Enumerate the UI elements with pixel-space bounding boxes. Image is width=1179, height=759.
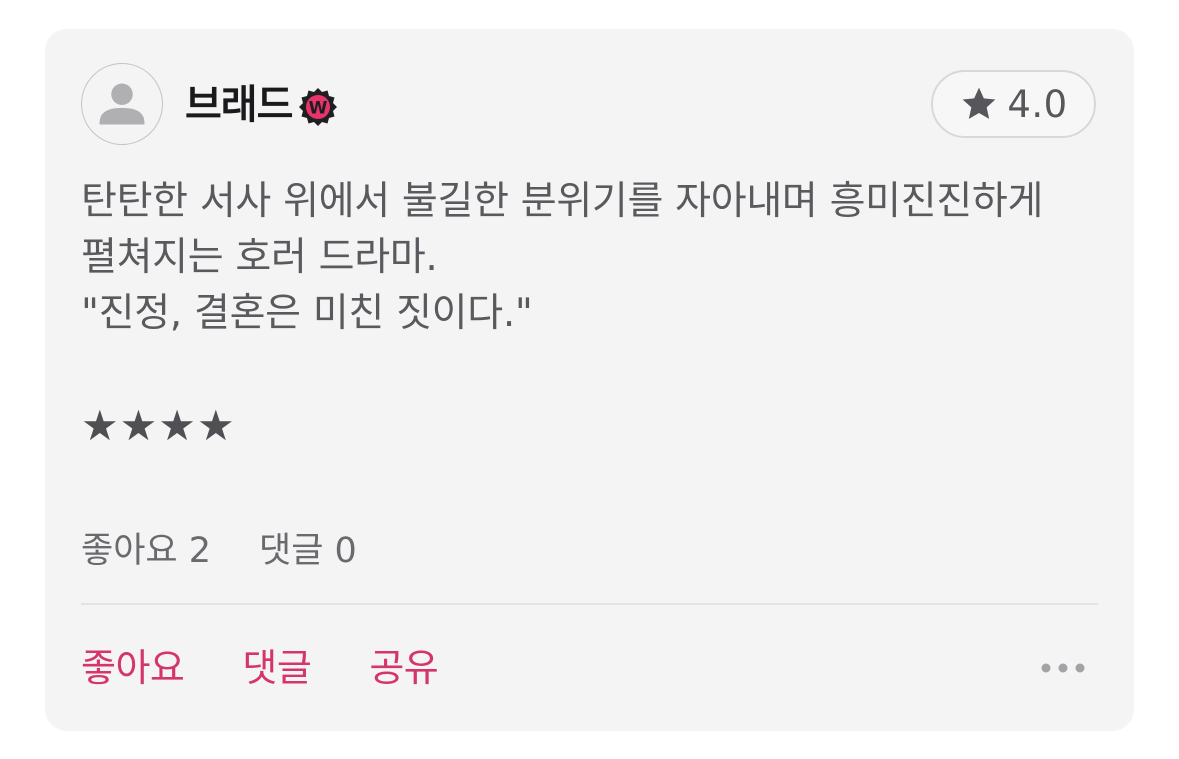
person-placeholder-icon (99, 83, 145, 125)
review-stars: ★★★★ (81, 401, 236, 450)
username[interactable]: 브래드 (185, 81, 293, 129)
more-dots-icon[interactable] (1040, 661, 1086, 675)
likes-count[interactable]: 좋아요 2 (81, 529, 211, 573)
review-card: 브래드 W 4.0 탄탄한 서사 위에서 불길한 분위기를 자아내며 흥미진진하… (45, 29, 1134, 731)
avatar[interactable] (81, 63, 163, 145)
rating-badge: 4.0 (931, 70, 1096, 138)
review-text: 탄탄한 서사 위에서 불길한 분위기를 자아내며 흥미진진하게 펼쳐지는 호러 … (81, 174, 1101, 342)
action-bar: 좋아요 댓글 공유 (81, 644, 439, 692)
stats: 좋아요 2 댓글 0 (81, 529, 357, 573)
rating-value: 4.0 (1007, 82, 1068, 126)
verified-badge-icon: W (298, 86, 338, 126)
badge-letter: W (309, 99, 328, 119)
comments-count[interactable]: 댓글 0 (259, 529, 357, 573)
share-button[interactable]: 공유 (369, 644, 438, 692)
review-line: "진정, 결혼은 미친 짓이다." (81, 291, 533, 336)
divider (81, 603, 1098, 605)
star-icon (959, 84, 999, 124)
review-line: 펼쳐지는 호러 드라마. (81, 235, 438, 280)
comment-button[interactable]: 댓글 (242, 644, 311, 692)
like-button[interactable]: 좋아요 (81, 644, 185, 692)
review-line: 탄탄한 서사 위에서 불길한 분위기를 자아내며 흥미진진하게 (81, 179, 1044, 224)
